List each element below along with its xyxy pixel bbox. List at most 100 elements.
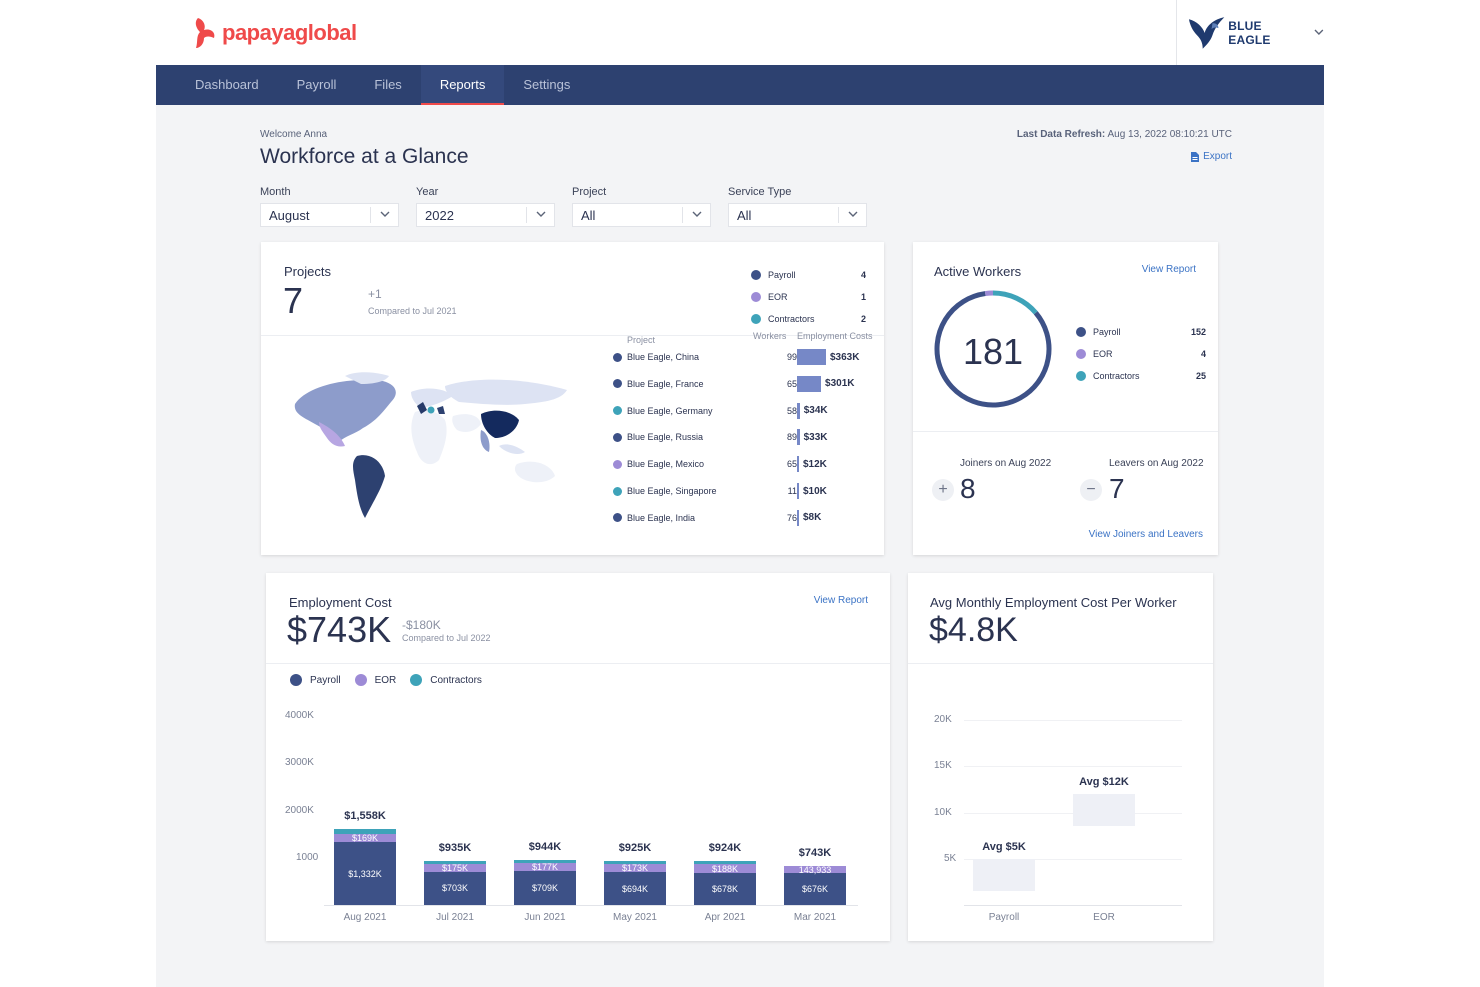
eor-segment[interactable]: $188K bbox=[694, 863, 756, 874]
segment-label: $175K bbox=[441, 862, 469, 873]
eor-segment[interactable]: 143,933 bbox=[784, 865, 846, 875]
project-cost-value: $363K bbox=[830, 351, 860, 363]
active-workers-legend: Payroll 152 EOR 4 Contractors 25 bbox=[1076, 321, 1206, 387]
filter-label: Month bbox=[260, 186, 291, 198]
segment-label: $676K bbox=[801, 884, 829, 895]
employment-cost-chart: 4000K 3000K 2000K 1000 $1,332K $169K $1,558K Au… bbox=[266, 573, 890, 941]
y-tick-label: 4000K bbox=[285, 710, 314, 721]
project-row[interactable]: Blue Eagle, Singapore 11 bbox=[613, 484, 797, 498]
project-workers: 76 bbox=[786, 512, 797, 523]
bar-total-label: $1,558K bbox=[344, 810, 386, 823]
chevron-down-icon bbox=[536, 211, 546, 217]
projects-card: Projects 7 +1 Compared to Jul 2021 Payro… bbox=[261, 242, 884, 555]
project-cost-value: $10K bbox=[803, 485, 827, 497]
projects-legend: Payroll 4 EOR 1 Contractors 2 bbox=[751, 264, 866, 330]
eor-dot bbox=[751, 292, 761, 302]
segment-label: $1,332K bbox=[348, 868, 382, 879]
project-row[interactable]: Blue Eagle, China 99 bbox=[613, 350, 797, 364]
world-map[interactable] bbox=[285, 372, 577, 522]
active-workers-view-report[interactable]: View Report bbox=[1142, 264, 1196, 275]
col-costs-header: Employment Costs bbox=[797, 331, 873, 341]
donut-slice-eor bbox=[984, 290, 994, 297]
contractors-segment[interactable] bbox=[334, 829, 396, 835]
project-cost-cell: $33K bbox=[797, 429, 828, 446]
payroll-segment[interactable]: $703K bbox=[424, 871, 486, 905]
project-cost-cell: $301K bbox=[797, 375, 855, 392]
payroll-segment[interactable]: $1,332K bbox=[334, 842, 396, 905]
payroll-segment[interactable]: $694K bbox=[604, 872, 666, 905]
papaya-logo[interactable]: papayaglobal bbox=[192, 16, 357, 50]
contractors-segment[interactable] bbox=[424, 860, 486, 864]
filter-label: Year bbox=[416, 186, 439, 198]
service-type-select[interactable]: All bbox=[728, 203, 867, 227]
nav-files[interactable]: Files bbox=[355, 65, 420, 105]
company-switcher[interactable]: BLUE EAGLE bbox=[1176, 0, 1324, 65]
main-nav: Dashboard Payroll Files Reports Settings bbox=[156, 65, 1324, 105]
x-axis-line bbox=[964, 905, 1182, 906]
contractors-segment[interactable] bbox=[514, 860, 576, 864]
project-cost-cell: $8K bbox=[797, 509, 821, 526]
project-workers: 89 bbox=[786, 432, 797, 443]
project-workers: 99 bbox=[786, 352, 797, 362]
project-cost-value: $12K bbox=[803, 458, 827, 470]
project-workers: 58 bbox=[786, 405, 797, 416]
nav-settings[interactable]: Settings bbox=[504, 65, 589, 105]
project-row[interactable]: Blue Eagle, Germany 58 bbox=[613, 404, 797, 418]
export-link[interactable]: Export bbox=[1191, 151, 1232, 162]
contractors-dot bbox=[613, 406, 622, 416]
project-cost-value: $301K bbox=[825, 378, 855, 390]
view-joiners-leavers-link[interactable]: View Joiners and Leavers bbox=[1089, 529, 1203, 540]
grid-line bbox=[964, 766, 1182, 768]
eor-segment[interactable]: $169K bbox=[334, 833, 396, 843]
avg-bar-label: Avg $12K bbox=[1079, 776, 1129, 788]
projects-delta: +1 bbox=[368, 287, 382, 301]
payroll-dot bbox=[613, 513, 622, 523]
year-select[interactable]: 2022 bbox=[416, 203, 555, 227]
y-tick-label: 3000K bbox=[285, 757, 314, 769]
app-frame: papayaglobal BLUE EAGLE Dashboard Payrol… bbox=[156, 0, 1324, 987]
papaya-logo-text: papayaglobal bbox=[222, 20, 357, 45]
project-cost-bar bbox=[797, 483, 799, 499]
segment-label: $188K bbox=[711, 863, 739, 874]
company-name: BLUE EAGLE bbox=[1228, 18, 1271, 47]
minus-icon: − bbox=[1080, 479, 1102, 501]
contractors-segment[interactable] bbox=[604, 861, 666, 865]
avg-bar-payroll[interactable] bbox=[973, 858, 1035, 891]
project-row[interactable]: Blue Eagle, Mexico 65 bbox=[613, 457, 797, 471]
month-select[interactable]: August bbox=[260, 203, 399, 227]
legend-contractors: Contractors 25 bbox=[1076, 365, 1206, 387]
eor-segment[interactable]: $177K bbox=[514, 862, 576, 872]
project-name: Blue Eagle, Singapore bbox=[627, 486, 717, 496]
segment-label: $703K bbox=[441, 883, 469, 894]
chevron-down-icon bbox=[1314, 29, 1324, 35]
payroll-segment[interactable]: $709K bbox=[514, 871, 576, 905]
bar-total-label: $944K bbox=[528, 841, 562, 854]
payroll-dot bbox=[613, 432, 622, 442]
nav-reports[interactable]: Reports bbox=[420, 65, 505, 105]
payroll-dot bbox=[613, 352, 622, 362]
project-row[interactable]: Blue Eagle, Russia 89 bbox=[613, 430, 797, 444]
chevron-down-icon bbox=[848, 211, 858, 217]
project-row[interactable]: Blue Eagle, India 76 bbox=[613, 511, 797, 525]
project-name: Blue Eagle, India bbox=[627, 512, 696, 523]
legend-payroll: Payroll 152 bbox=[1076, 321, 1206, 343]
project-select[interactable]: All bbox=[572, 203, 711, 227]
active-workers-card: Active Workers View Report 181 Payroll 1… bbox=[913, 242, 1218, 555]
page-title: Workforce at a Glance bbox=[260, 145, 469, 168]
eor-segment[interactable]: $173K bbox=[604, 863, 666, 873]
x-tick-label: Aug 2021 bbox=[343, 912, 387, 923]
payroll-segment[interactable]: $676K bbox=[784, 873, 846, 905]
leavers-value: 7 bbox=[1109, 473, 1125, 504]
project-cost-cell: $10K bbox=[797, 483, 827, 499]
eor-segment[interactable]: $175K bbox=[424, 862, 486, 873]
nav-dashboard[interactable]: Dashboard bbox=[176, 65, 278, 105]
nav-payroll[interactable]: Payroll bbox=[278, 65, 356, 105]
avg-bar-eor[interactable] bbox=[1073, 794, 1135, 826]
filter-label: Project bbox=[572, 186, 607, 198]
contractors-segment[interactable] bbox=[694, 861, 756, 865]
payroll-segment[interactable]: $678K bbox=[694, 872, 756, 905]
project-row[interactable]: Blue Eagle, France 65 bbox=[613, 377, 797, 391]
top-bar: papayaglobal BLUE EAGLE bbox=[156, 0, 1324, 65]
joiners-value: 8 bbox=[960, 473, 976, 504]
col-project-header: Project bbox=[627, 335, 656, 345]
